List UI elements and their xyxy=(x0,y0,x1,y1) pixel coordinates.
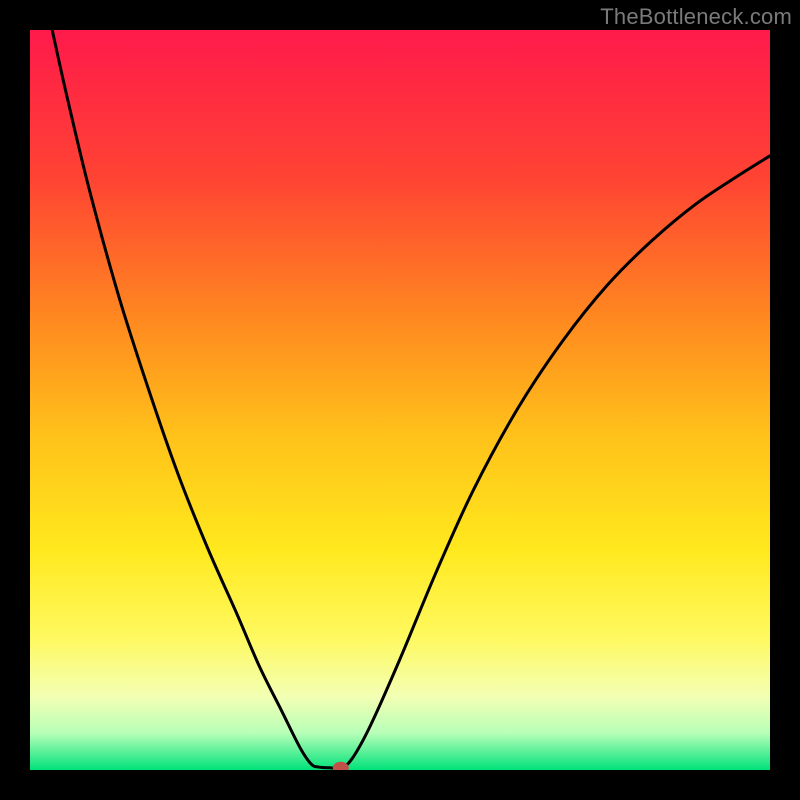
chart-frame: TheBottleneck.com xyxy=(0,0,800,800)
bottleneck-chart xyxy=(0,0,800,800)
watermark-text: TheBottleneck.com xyxy=(600,4,792,30)
optimal-point-marker xyxy=(333,762,349,774)
